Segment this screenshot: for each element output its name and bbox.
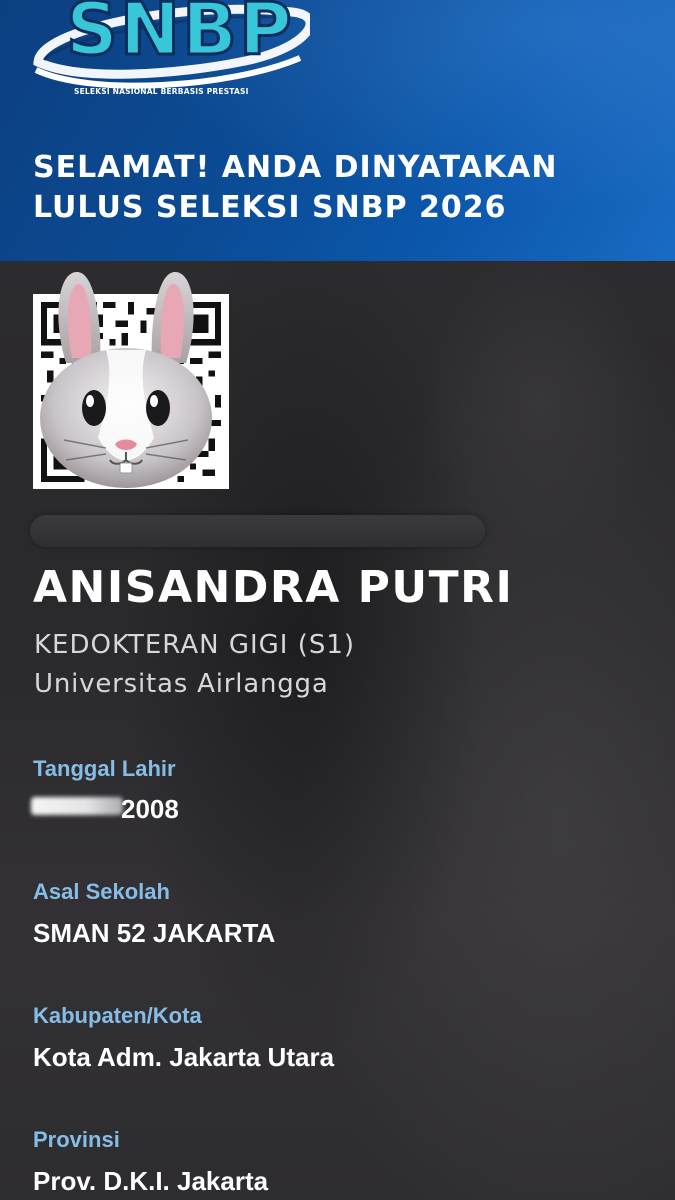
- study-program: KEDOKTERAN GIGI (S1): [34, 630, 356, 660]
- school-value: SMAN 52 JAKARTA: [33, 918, 276, 948]
- snbp-result-page: SNBP SELEKSI NASIONAL BERBASIS PRESTASI …: [0, 0, 675, 1200]
- logo-subtitle: SELEKSI NASIONAL BERBASIS PRESTASI: [74, 87, 249, 96]
- birth-date-label: Tanggal Lahir: [33, 756, 176, 781]
- participant-name: ANISANDRA PUTRI: [33, 562, 514, 613]
- birth-date-year: 2008: [121, 794, 179, 824]
- birth-date-value: 2008: [31, 793, 233, 827]
- regency-label: Kabupaten/Kota: [33, 1003, 202, 1028]
- school-label: Asal Sekolah: [33, 879, 170, 904]
- headline-line-1: SELAMAT! ANDA DINYATAKAN: [33, 150, 558, 185]
- birth-date-redaction: [31, 797, 123, 815]
- result-header: SNBP SELEKSI NASIONAL BERBASIS PRESTASI …: [0, 0, 675, 261]
- university-name: Universitas Airlangga: [34, 669, 329, 699]
- regency-value: Kota Adm. Jakarta Utara: [33, 1042, 335, 1072]
- redacted-registration-number: [30, 515, 485, 547]
- snbp-logo: SNBP: [33, 0, 310, 89]
- headline-line-2: LULUS SELEKSI SNBP 2026: [33, 190, 507, 225]
- province-value: Prov. D.K.I. Jakarta: [33, 1166, 269, 1196]
- bunny-face-emoji-icon: [40, 271, 212, 488]
- logo-text: SNBP: [66, 0, 294, 71]
- province-label: Provinsi: [33, 1127, 120, 1152]
- result-headline: SELAMAT! ANDA DINYATAKAN LULUS SELEKSI S…: [33, 148, 643, 228]
